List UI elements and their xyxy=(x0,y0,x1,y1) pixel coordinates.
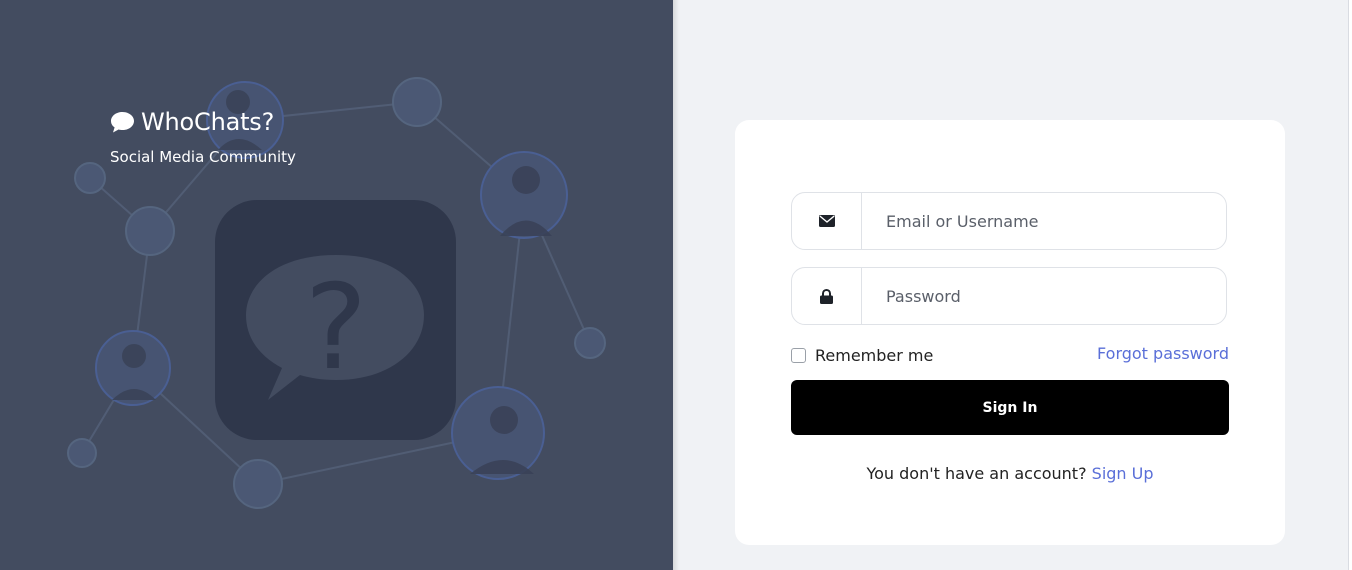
signup-prompt: You don't have an account? xyxy=(866,464,1087,483)
left-hero-panel: ? WhoChats? Social Media Community xyxy=(0,0,673,570)
password-field[interactable] xyxy=(791,267,1227,325)
speech-bubble-icon xyxy=(110,111,135,133)
remember-label: Remember me xyxy=(815,346,934,365)
lock-icon xyxy=(792,268,862,324)
panel-shadow xyxy=(673,0,679,570)
forgot-password-link[interactable]: Forgot password xyxy=(1097,344,1229,363)
brand-title: WhoChats? xyxy=(110,108,296,136)
brand-subtitle: Social Media Community xyxy=(110,148,296,166)
login-card: Remember me Forgot password Sign In You … xyxy=(735,120,1285,545)
brand-name: WhoChats? xyxy=(141,108,275,136)
brand: WhoChats? Social Media Community xyxy=(110,108,296,166)
window-scrollbar[interactable] xyxy=(1348,0,1352,570)
email-input[interactable] xyxy=(862,193,1226,249)
email-field[interactable] xyxy=(791,192,1227,250)
remember-me[interactable]: Remember me xyxy=(791,346,933,365)
login-options: Remember me Forgot password xyxy=(791,344,1229,366)
remember-checkbox[interactable] xyxy=(791,348,806,363)
envelope-icon xyxy=(792,193,862,249)
signup-row: You don't have an account? Sign Up xyxy=(735,464,1285,483)
sign-up-link[interactable]: Sign Up xyxy=(1092,464,1154,483)
svg-text:?: ? xyxy=(305,258,368,396)
password-input[interactable] xyxy=(862,268,1226,324)
sign-in-button[interactable]: Sign In xyxy=(791,380,1229,435)
social-network-illustration: ? xyxy=(67,77,606,509)
